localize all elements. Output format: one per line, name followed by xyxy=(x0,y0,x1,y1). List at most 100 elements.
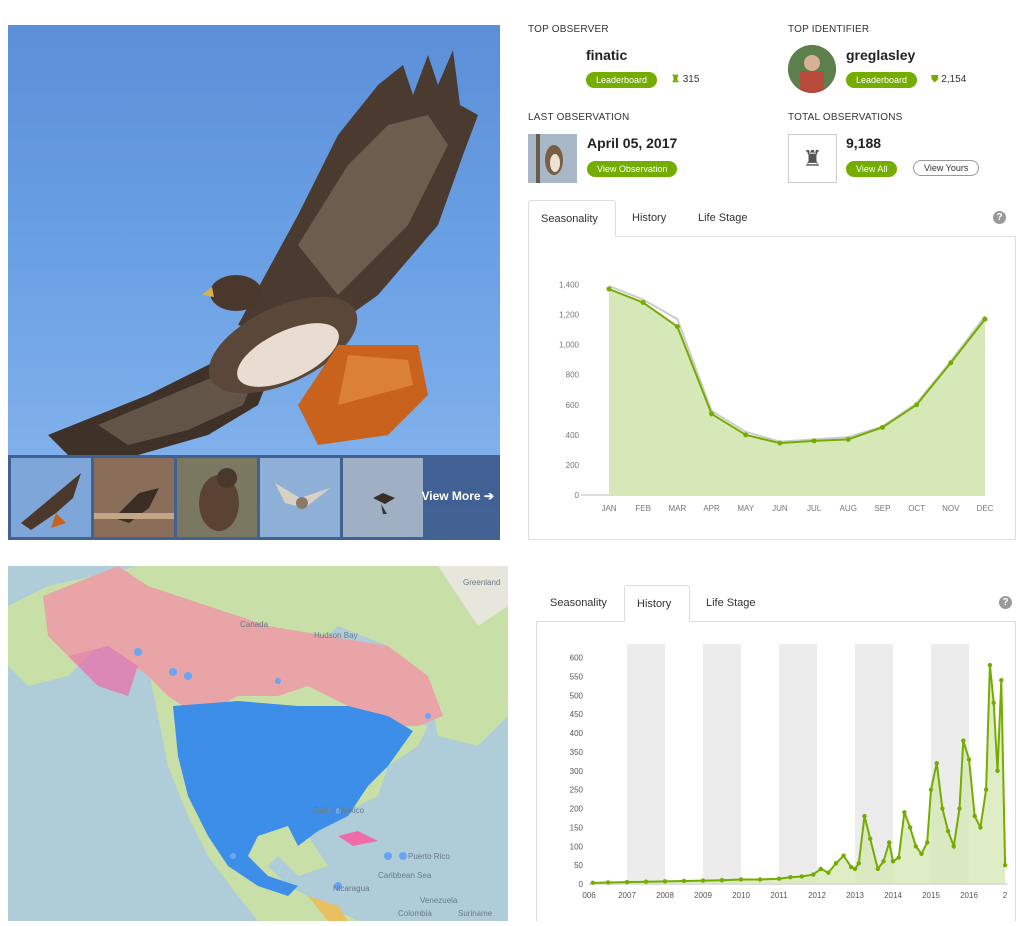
season-point xyxy=(845,436,851,442)
season-point xyxy=(879,424,885,430)
history-point xyxy=(788,875,793,880)
thumbnail-photo-3[interactable] xyxy=(177,458,257,537)
top-identifier-count: ⛊ 2,154 xyxy=(931,74,966,85)
history-point xyxy=(799,874,804,879)
x-tick-label: 2 xyxy=(1003,891,1008,900)
tab-history[interactable]: History xyxy=(624,585,690,622)
view-observation-button[interactable]: View Observation xyxy=(587,161,678,177)
y-tick-label: 1,200 xyxy=(559,311,580,320)
history-point xyxy=(887,840,892,845)
x-tick-label: 2014 xyxy=(884,891,902,900)
history-point xyxy=(961,738,966,743)
view-all-button[interactable]: View All xyxy=(846,161,898,177)
top-observer-label: TOP OBSERVER xyxy=(528,24,609,35)
thumbnail-photo-1[interactable] xyxy=(11,458,91,537)
x-tick-label: 2009 xyxy=(694,891,712,900)
history-point xyxy=(919,851,924,857)
history-point xyxy=(995,768,1000,773)
tab-history[interactable]: History xyxy=(620,200,678,237)
history-point xyxy=(849,864,854,870)
x-tick-label: 2012 xyxy=(808,891,826,900)
y-tick-label: 50 xyxy=(574,861,583,870)
history-point xyxy=(913,844,918,849)
history-point xyxy=(862,813,867,819)
history-point xyxy=(966,757,972,762)
history-point xyxy=(890,859,896,864)
season-point xyxy=(606,286,612,292)
x-tick-label: OCT xyxy=(908,504,925,513)
history-point xyxy=(681,878,687,884)
tab-seasonality[interactable]: Seasonality xyxy=(528,200,616,237)
top-observer-leaderboard-button[interactable]: Leaderboard xyxy=(586,72,658,88)
help-icon[interactable]: ? xyxy=(999,596,1012,609)
binoculars-icon: ♜ xyxy=(788,134,837,183)
history-point xyxy=(902,810,907,815)
history-point xyxy=(738,877,744,882)
history-point xyxy=(991,700,996,706)
map-label-hudson-bay: Hudson Bay xyxy=(314,631,358,640)
history-point xyxy=(934,761,939,766)
thumbnail-photo-4[interactable] xyxy=(260,458,340,537)
history-point xyxy=(833,861,839,866)
x-tick-label: 2010 xyxy=(732,891,750,900)
history-point xyxy=(951,844,956,849)
map-label-puerto-rico: Puerto Rico xyxy=(408,852,450,861)
view-more-link[interactable]: View More ➔ xyxy=(421,489,494,503)
history-point xyxy=(776,876,782,881)
map-label-colombia: Colombia xyxy=(398,909,432,918)
last-observation-photo[interactable] xyxy=(528,134,577,183)
history-point xyxy=(945,828,951,834)
help-icon[interactable]: ? xyxy=(993,211,1006,224)
x-tick-label: JUN xyxy=(772,504,788,513)
year-band xyxy=(703,644,741,884)
x-tick-label: MAY xyxy=(737,504,754,513)
season-point xyxy=(914,402,920,408)
x-tick-label: JAN xyxy=(601,504,616,513)
history-chart: 600550500450400350300250200150100500006 2… xyxy=(570,644,1008,900)
history-point xyxy=(605,880,611,885)
season-point xyxy=(674,324,680,330)
season-point xyxy=(640,300,646,306)
y-tick-label: 250 xyxy=(570,786,584,795)
view-more-label: View More xyxy=(421,489,481,503)
x-tick-label: NOV xyxy=(942,504,960,513)
season-point xyxy=(982,316,988,322)
x-tick-label: 006 xyxy=(582,891,596,900)
top-identifier-avatar[interactable] xyxy=(788,45,836,93)
top-identifier-name[interactable]: greglasley xyxy=(846,47,915,63)
history-point xyxy=(643,879,649,884)
tab-life-stage[interactable]: Life Stage xyxy=(686,200,760,237)
season-point xyxy=(811,438,817,444)
top-observer-name[interactable]: finatic xyxy=(586,47,627,63)
y-tick-label: 350 xyxy=(570,748,584,757)
thumbnail-photo-5[interactable] xyxy=(343,458,423,537)
top-identifier-leaderboard-button[interactable]: Leaderboard xyxy=(846,72,918,88)
map-label-nicaragua: Nicaragua xyxy=(333,884,370,893)
y-tick-label: 600 xyxy=(566,401,580,410)
map-label-greenland: Greenland xyxy=(463,578,501,587)
x-tick-label: 2013 xyxy=(846,891,864,900)
history-point xyxy=(856,861,861,866)
y-tick-label: 0 xyxy=(575,491,580,500)
tab-life-stage[interactable]: Life Stage xyxy=(694,585,768,622)
y-tick-label: 450 xyxy=(570,710,584,719)
season-point xyxy=(743,432,749,438)
history-point xyxy=(624,879,630,885)
view-yours-button[interactable]: View Yours xyxy=(913,160,980,176)
range-map[interactable]: Greenland Canada Hudson Bay Gulf of Mexi… xyxy=(8,566,508,921)
history-point xyxy=(940,806,945,811)
thumbnail-photo-2[interactable] xyxy=(94,458,174,537)
history-point xyxy=(841,853,846,858)
tab-seasonality[interactable]: Seasonality xyxy=(538,585,619,622)
x-tick-label: SEP xyxy=(874,504,890,513)
y-tick-label: 200 xyxy=(570,805,584,814)
history-point xyxy=(757,877,763,882)
x-tick-label: 2016 xyxy=(960,891,978,900)
history-point xyxy=(957,806,962,811)
last-observation-date: April 05, 2017 xyxy=(587,135,678,151)
x-tick-label: DEC xyxy=(977,504,994,513)
history-point xyxy=(719,878,725,883)
history-point xyxy=(868,836,873,841)
history-point xyxy=(852,866,858,872)
top-identifier-count-value: 2,154 xyxy=(941,74,967,85)
